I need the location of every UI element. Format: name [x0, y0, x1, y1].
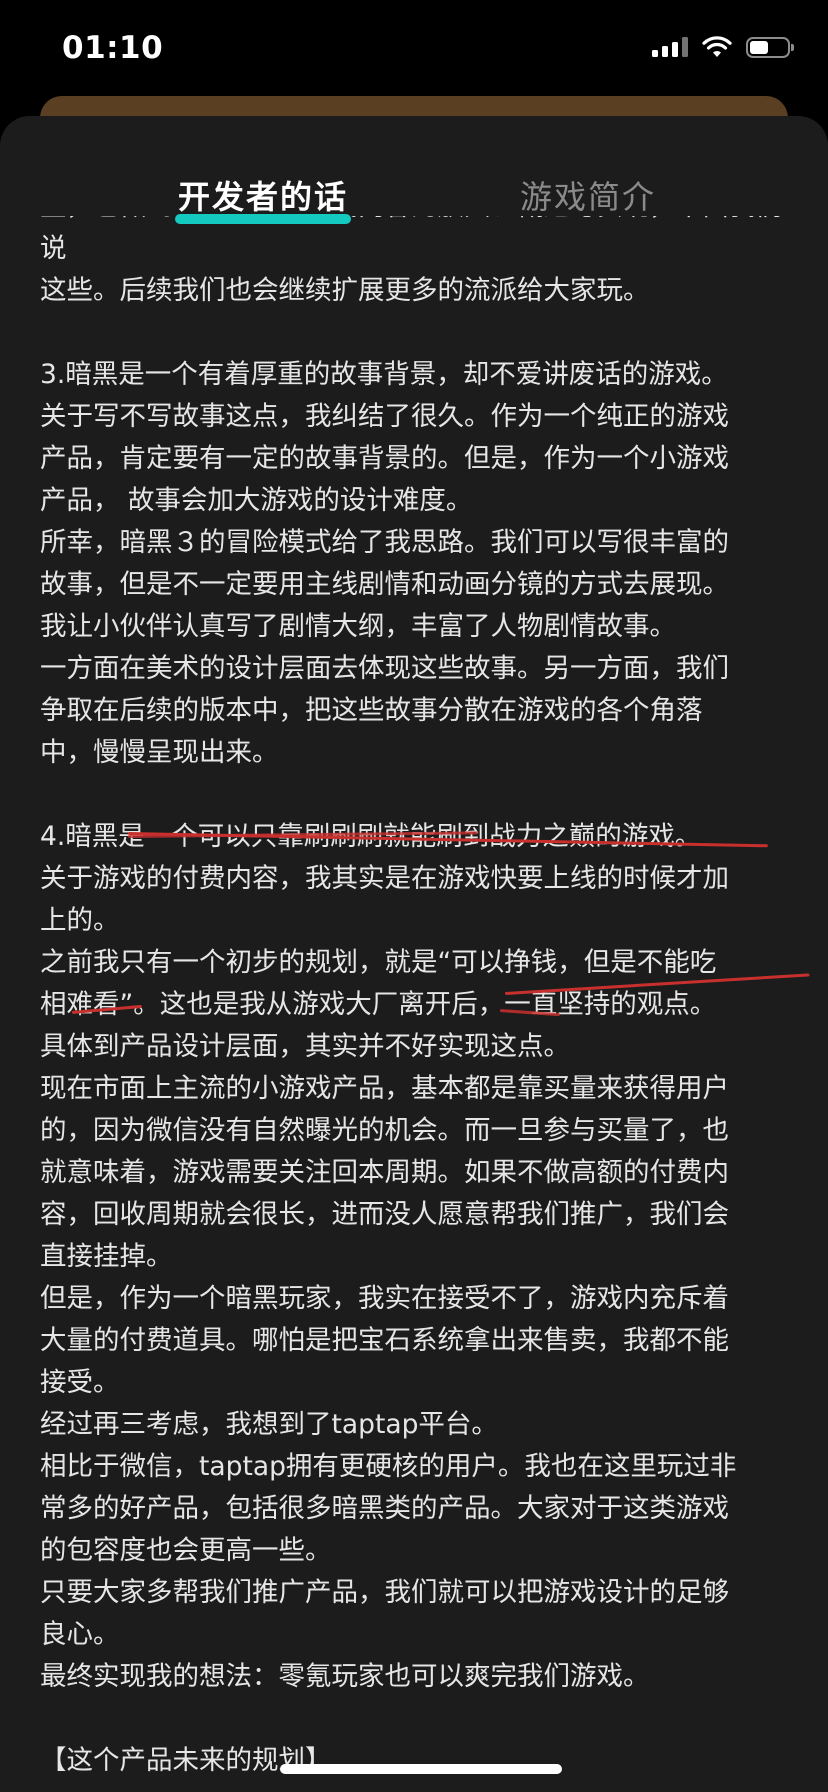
- text-line: 接受。: [40, 1367, 120, 1398]
- text-line: 容，回收周期就会很长，进而没人愿意帮我们推广，我们会: [40, 1199, 729, 1230]
- text-line: 产品， 故事会加大游戏的设计难度。: [40, 485, 473, 516]
- text-line: 关于写不写故事这点，我纠结了很久。作为一个纯正的游戏: [40, 401, 729, 432]
- text-line: 常多的好产品，包括很多暗黑类的产品。大家对于这类游戏: [40, 1493, 729, 1524]
- text-line: 故事，但是不一定要用主线剧情和动画分镜的方式去展现。: [40, 569, 729, 600]
- tab-game-intro[interactable]: 游戏简介: [520, 172, 656, 218]
- text-line: 3.暗黑是一个有着厚重的故事背景，却不爱讲废话的游戏。: [40, 359, 728, 390]
- text-line: 只要大家多帮我们推广产品，我们就可以把游戏设计的足够: [40, 1577, 729, 1608]
- text-line: 中，慢慢呈现出来。: [40, 737, 279, 768]
- text-line: 现在市面上主流的小游戏产品，基本都是靠买量来获得用户: [40, 1073, 729, 1104]
- text-line: 所幸，暗黑３的冒险模式给了我思路。我们可以写很丰富的: [40, 527, 729, 558]
- text-line: 具体到产品设计层面，其实并不好实现这点。: [40, 1031, 570, 1062]
- text-line: 最终实现我的想法：零氪玩家也可以爽完我们游戏。: [40, 1661, 650, 1692]
- text-line: 的包容度也会更高一些。: [40, 1535, 332, 1566]
- cellular-signal-icon: [652, 37, 688, 57]
- text-line: 之前我只有一个初步的规划，就是“可以挣钱，但是不能吃: [40, 947, 717, 978]
- tab-game-intro-label: 游戏简介: [520, 178, 657, 216]
- text-line: 争取在后续的版本中，把这些故事分散在游戏的各个角落: [40, 695, 703, 726]
- home-indicator[interactable]: [280, 1764, 562, 1774]
- text-line: 产品，肯定要有一定的故事背景的。但是，作为一个小游戏: [40, 443, 729, 474]
- status-icons: [652, 36, 794, 58]
- tab-developer-notes[interactable]: 开发者的话: [175, 172, 352, 224]
- text-line: 关于游戏的付费内容，我其实是在游戏快要上线的时候才加: [40, 863, 729, 894]
- text-line: 的，因为微信没有自然曝光的机会。而一旦参与买量了，也: [40, 1115, 729, 1146]
- text-line: 上的。: [40, 905, 120, 936]
- text-line: 我让小伙伴认真写了剧情大纲，丰富了人物剧情故事。: [40, 611, 676, 642]
- text-line: 但是，作为一个暗黑玩家，我实在接受不了，游戏内充斥着: [40, 1283, 729, 1314]
- developer-notes-sheet: 开发者的话 游戏简介 望，也做到了一些大家游戏内容的放大、概述与实现，下面我们说…: [0, 116, 828, 1792]
- status-time: 01:10: [62, 30, 164, 66]
- status-bar: 01:10: [0, 0, 828, 100]
- tab-developer-notes-label: 开发者的话: [178, 178, 349, 216]
- wifi-icon: [702, 36, 732, 57]
- text-line: 相比于微信，taptap拥有更硬核的用户。我也在这里玩过非: [40, 1451, 737, 1482]
- battery-icon: [746, 36, 794, 58]
- text-line: 经过再三考虑，我想到了taptap平台。: [40, 1409, 498, 1440]
- text-line: 这些。后续我们也会继续扩展更多的流派给大家玩。: [40, 275, 650, 306]
- text-line: 【这个产品未来的规划】: [40, 1745, 332, 1776]
- app-screen: 01:10 开发者的话 游戏简介 说 这些。后续我们也会继续扩展更多的流派给大家…: [0, 0, 828, 1792]
- text-line: 一方面在美术的设计层面去体现这些故事。另一方面，我们: [40, 653, 729, 684]
- text-line: 就意味着，游戏需要关注回本周期。如果不做高额的付费内: [40, 1157, 729, 1188]
- text-line: 直接挂掉。: [40, 1241, 173, 1272]
- developer-notes-text: 望，也做到了一些大家游戏内容的放大、概述与实现，下面我们说 这些。后续我们也会继…: [40, 191, 800, 1782]
- text-line: 大量的付费道具。哪怕是把宝石系统拿出来售卖，我都不能: [40, 1325, 729, 1356]
- tab-bar: 开发者的话 游戏简介: [0, 116, 828, 224]
- text-line: 相难看”。这也是我从游戏大厂离开后，一直坚持的观点。: [40, 989, 717, 1020]
- text-line: 良心。: [40, 1619, 120, 1650]
